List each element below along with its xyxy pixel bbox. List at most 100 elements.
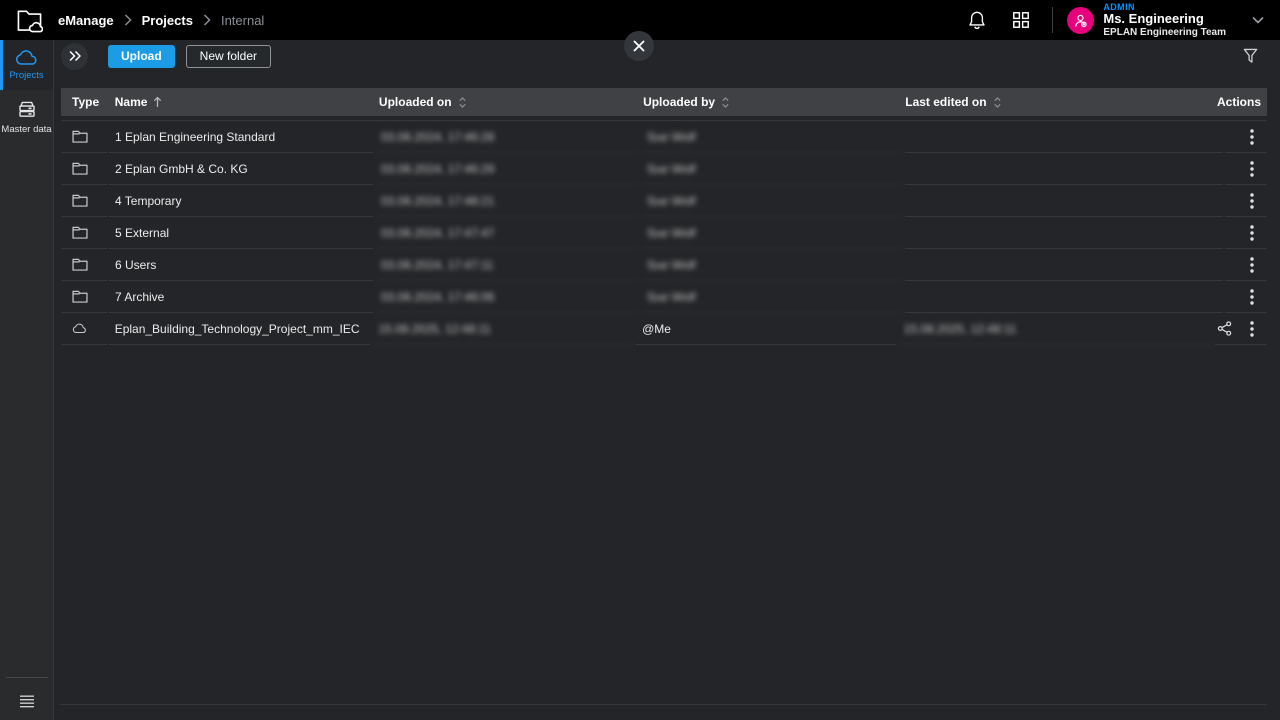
sidebar-item-master-data[interactable]: Master data [0,90,53,140]
table-row[interactable]: 7 Archive03.06.2024, 17:46:06Sue Wolf [61,281,1267,313]
row-actions [1215,313,1267,345]
cloud-icon [15,49,39,66]
breadcrumb-emanage[interactable]: eManage [58,13,114,28]
expand-panel-button[interactable] [61,43,88,70]
user-menu[interactable]: ADMIN Ms. Engineering EPLAN Engineering … [1103,2,1226,39]
row-name[interactable]: 1 Eplan Engineering Standard [109,121,373,153]
row-uploaded-by: @Me [636,313,896,345]
sort-toggle-icon[interactable] [721,96,730,109]
topbar-divider [1052,7,1053,33]
database-icon [15,96,39,120]
sidebar-item-label: Projects [9,70,43,81]
column-header-uploaded-on[interactable]: Uploaded on [373,88,635,116]
notifications-bell-icon[interactable] [962,5,992,35]
table-row[interactable]: Eplan_Building_Technology_Project_mm_IEC… [61,313,1267,345]
chevron-right-icon [124,14,132,26]
row-last-edited-on [905,121,1223,153]
kebab-menu-icon[interactable] [1243,158,1261,180]
row-uploaded-on: 03.06.2024, 17:46:28 [375,121,639,153]
column-label: Uploaded by [643,95,715,109]
user-avatar[interactable] [1067,7,1094,34]
row-uploaded-by: Sue Wolf [641,185,903,217]
sidebar-item-projects[interactable]: Projects [0,40,53,90]
row-uploaded-on: 03.06.2024, 17:47:11 [375,249,639,281]
row-type-cell [61,185,107,217]
column-header-name[interactable]: Name [109,88,371,116]
chevron-down-icon[interactable] [1252,16,1264,24]
close-x-icon [633,40,645,52]
folder-icon [72,226,88,239]
table-row[interactable]: 4 Temporary03.06.2024, 17:48:21Sue Wolf [61,185,1267,217]
row-type-cell [61,249,107,281]
row-name[interactable]: 4 Temporary [109,185,373,217]
breadcrumb-projects[interactable]: Projects [142,13,193,28]
app-launcher-grid-icon[interactable] [1006,5,1036,35]
row-type-cell [61,313,107,345]
row-actions [1225,153,1267,185]
cloud-icon [72,323,88,334]
row-actions [1225,121,1267,153]
breadcrumb: eManage Projects Internal [58,13,264,28]
row-uploaded-by: Sue Wolf [641,153,903,185]
table-row[interactable]: 1 Eplan Engineering Standard03.06.2024, … [61,121,1267,153]
upload-button[interactable]: Upload [108,45,175,68]
row-name[interactable]: 7 Archive [109,281,373,313]
folder-icon [72,258,88,271]
sort-toggle-icon[interactable] [458,96,467,109]
row-type-cell [61,153,107,185]
row-type-cell [61,121,107,153]
row-last-edited-on [905,185,1223,217]
sidebar-divider [6,677,48,678]
row-name[interactable]: Eplan_Building_Technology_Project_mm_IEC [109,313,371,345]
column-label: Actions [1217,95,1261,109]
table-header: Type Name Uploaded on Uploaded by [61,88,1267,116]
chevron-right-icon [203,14,211,26]
folder-icon [72,194,88,207]
hamburger-menu-icon[interactable] [0,695,54,708]
kebab-menu-icon[interactable] [1243,126,1261,148]
row-uploaded-by: Sue Wolf [641,281,903,313]
row-actions [1225,185,1267,217]
row-uploaded-on: 15.08.2025, 12:48:11 [372,313,634,345]
kebab-menu-icon[interactable] [1243,286,1261,308]
kebab-menu-icon[interactable] [1243,222,1261,244]
toolbar: Upload New folder [55,40,1280,72]
row-last-edited-on [905,249,1223,281]
table-row[interactable]: 2 Eplan GmbH & Co. KG03.06.2024, 17:46:2… [61,153,1267,185]
column-label: Last edited on [905,95,986,109]
column-header-type[interactable]: Type [61,88,107,116]
kebab-menu-icon[interactable] [1243,254,1261,276]
row-uploaded-by: Sue Wolf [641,121,903,153]
row-actions [1225,217,1267,249]
share-icon[interactable] [1215,318,1233,340]
sort-ascending-icon[interactable] [153,96,162,108]
folder-icon [72,130,88,143]
new-folder-button[interactable]: New folder [186,45,271,68]
row-name[interactable]: 2 Eplan GmbH & Co. KG [109,153,373,185]
column-header-last-edited-on[interactable]: Last edited on [899,88,1215,116]
table-row[interactable]: 5 External03.06.2024, 17:47:47Sue Wolf [61,217,1267,249]
row-actions [1225,281,1267,313]
row-last-edited-on [905,217,1223,249]
table-row[interactable]: 6 Users03.06.2024, 17:47:11Sue Wolf [61,249,1267,281]
sort-toggle-icon[interactable] [993,96,1002,109]
projects-table: Type Name Uploaded on Uploaded by [61,88,1267,345]
row-name[interactable]: 6 Users [109,249,373,281]
kebab-menu-icon[interactable] [1243,318,1261,340]
emanage-logo-icon[interactable] [14,6,44,34]
content-bottom-divider [60,704,1267,705]
row-uploaded-on: 03.06.2024, 17:48:21 [375,185,639,217]
column-header-uploaded-by[interactable]: Uploaded by [637,88,897,116]
row-uploaded-by: Sue Wolf [641,249,903,281]
topbar-actions: ADMIN Ms. Engineering EPLAN Engineering … [962,2,1266,39]
filter-button[interactable] [1243,48,1258,64]
double-chevron-right-icon [68,50,82,62]
row-name[interactable]: 5 External [109,217,373,249]
row-last-edited-on [905,281,1223,313]
user-team: EPLAN Engineering Team [1103,27,1226,39]
close-button[interactable] [624,31,654,61]
sidebar: Projects Master data [0,40,54,720]
user-name: Ms. Engineering [1103,12,1226,27]
row-last-edited-on [905,153,1223,185]
kebab-menu-icon[interactable] [1243,190,1261,212]
